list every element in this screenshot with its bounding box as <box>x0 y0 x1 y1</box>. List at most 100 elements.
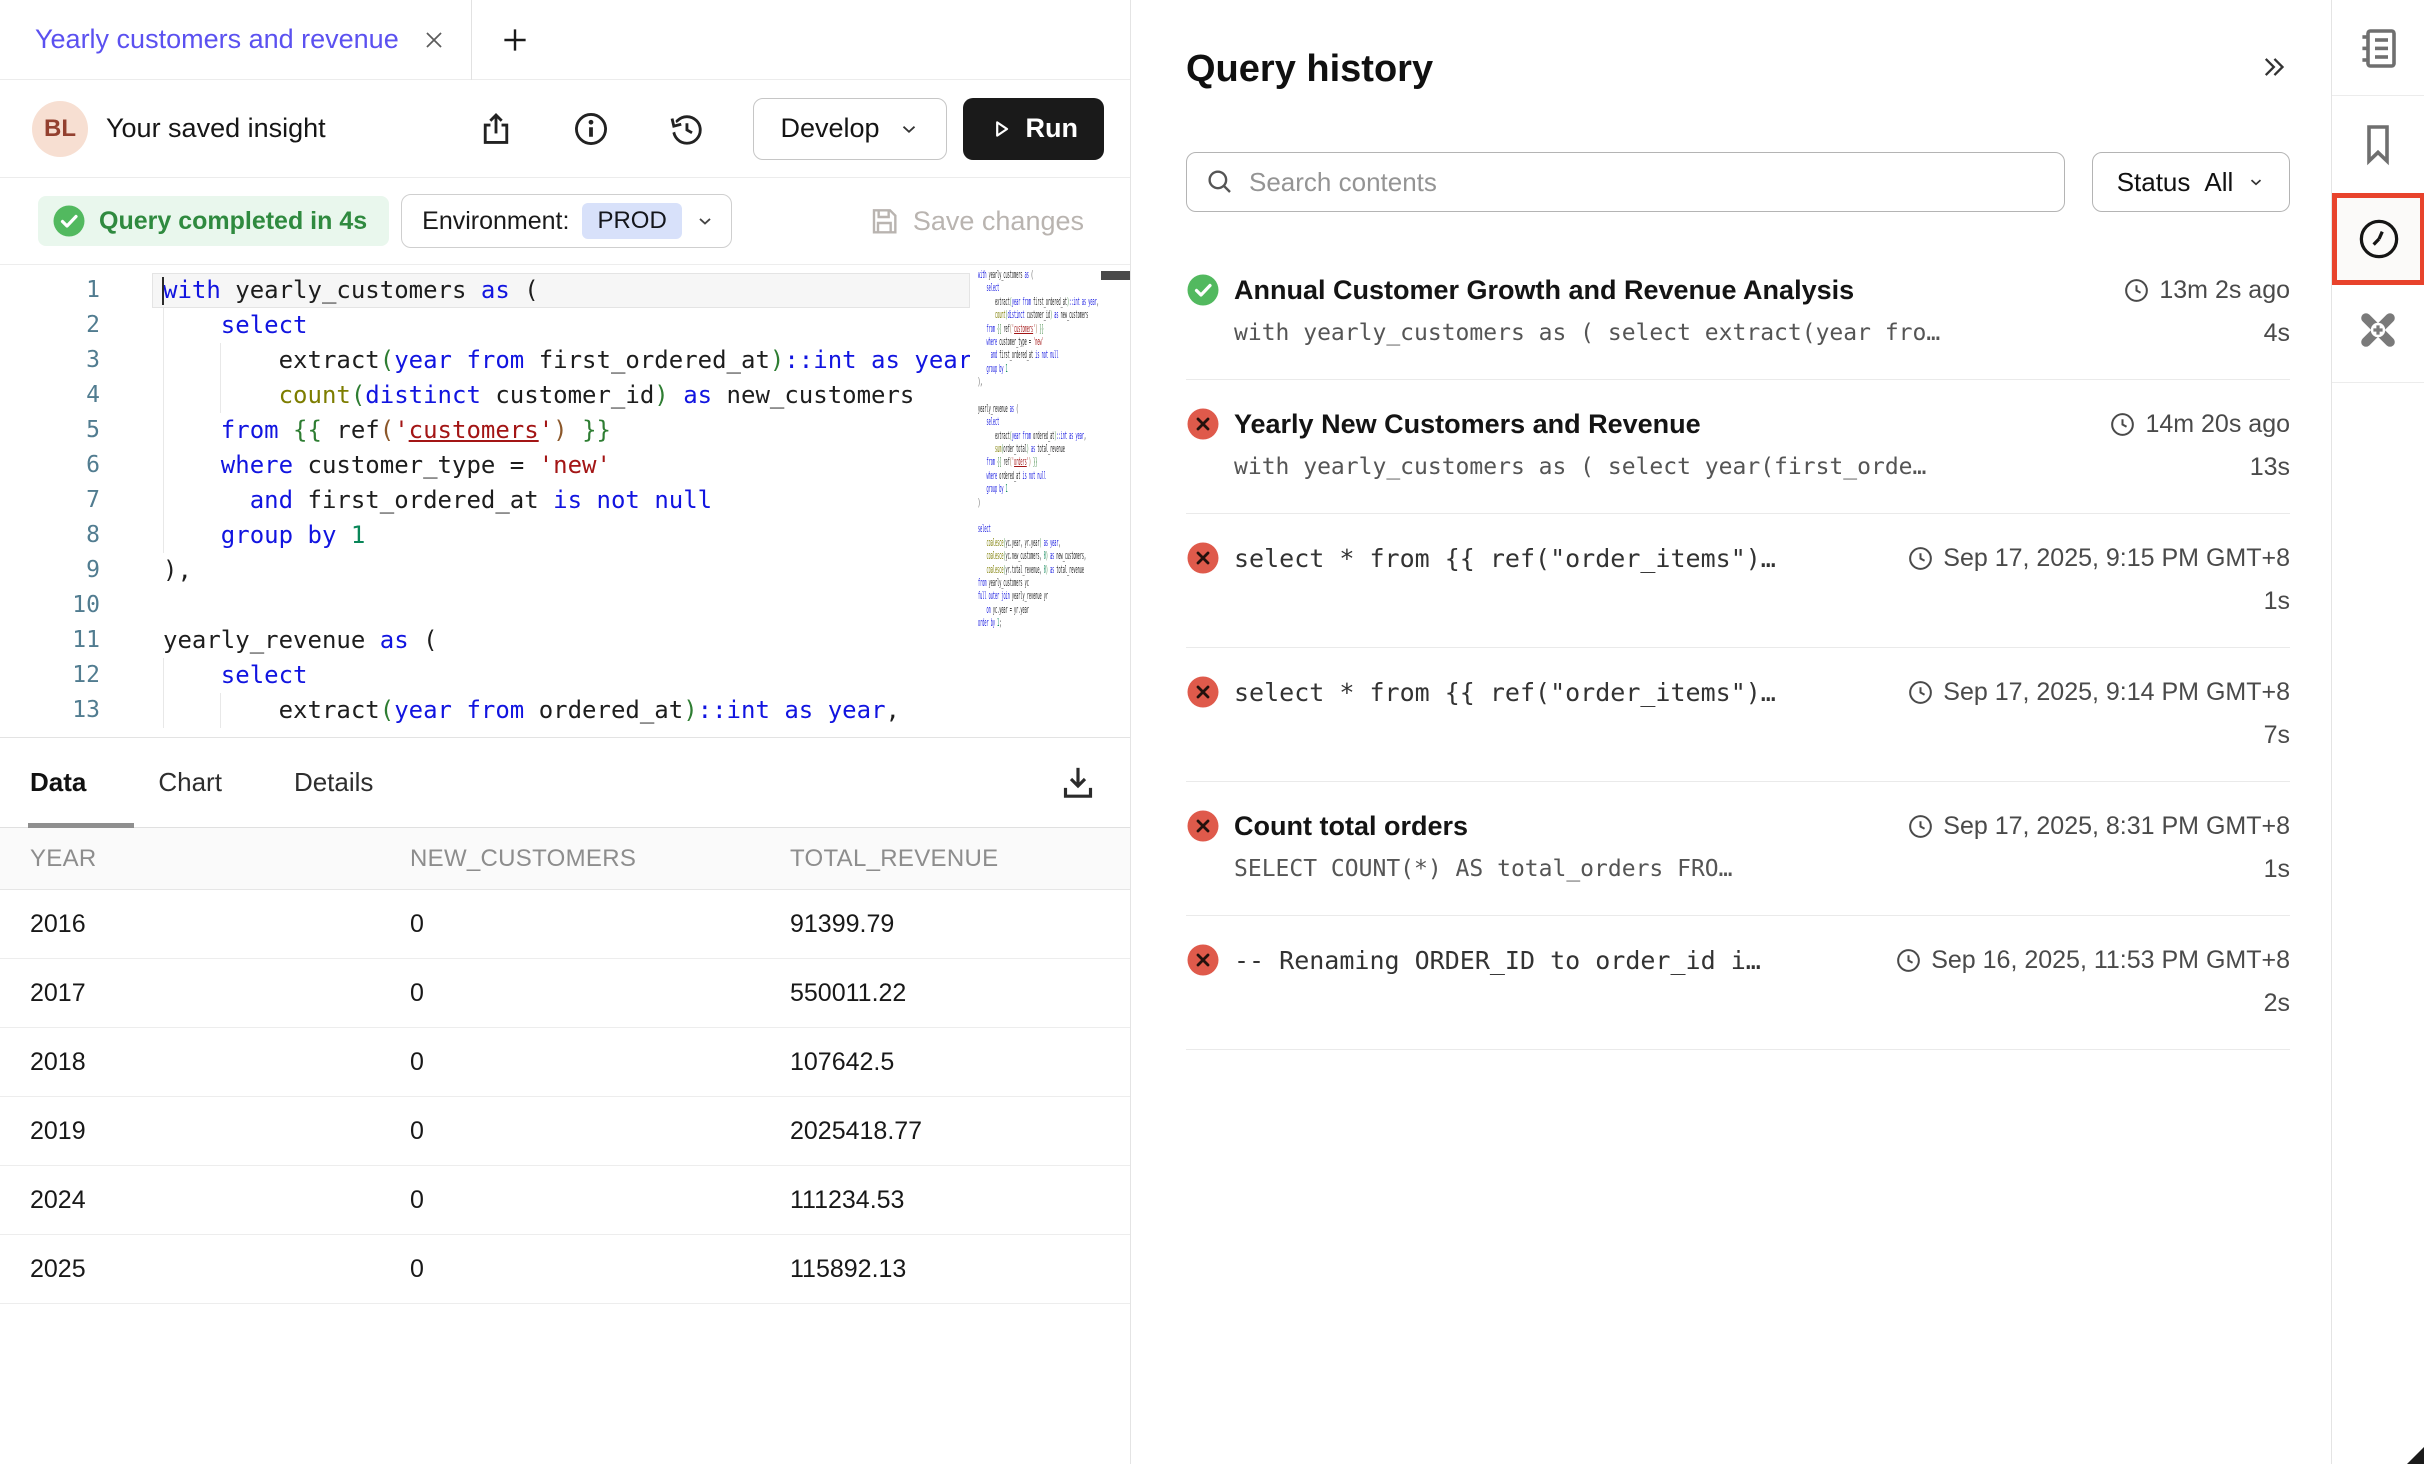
table-row: 201902025418.77 <box>0 1097 1130 1166</box>
history-item-time: 14m 20s ago <box>2109 410 2290 439</box>
develop-label: Develop <box>780 113 879 144</box>
history-item[interactable]: Annual Customer Growth and Revenue Analy… <box>1186 246 2290 380</box>
results-tab-chart[interactable]: Chart <box>158 738 222 827</box>
environment-label: Environment: <box>422 207 569 236</box>
column-header: NEW_CUSTOMERS <box>410 845 790 873</box>
history-item[interactable]: Yearly New Customers and Revenue 14m 20s … <box>1186 380 2290 514</box>
run-button[interactable]: Run <box>963 98 1104 160</box>
history-item-duration: 1s <box>2264 587 2290 616</box>
history-item-time: 13m 2s ago <box>2123 276 2290 305</box>
environment-dropdown[interactable]: Environment: PROD <box>401 194 732 248</box>
table-cell: 2017 <box>30 979 410 1008</box>
column-header: TOTAL_REVENUE <box>790 845 1130 873</box>
editor-scrollbar-thumb[interactable] <box>1101 271 1130 280</box>
line-number: 5 <box>0 413 100 448</box>
code-line[interactable]: extract(year from ordered_at)::int as ye… <box>152 693 970 728</box>
history-item[interactable]: -- Renaming ORDER_ID to order_id i…Sep 1… <box>1186 916 2290 1050</box>
editor-minimap[interactable]: with yearly_customers as ( select extrac… <box>978 268 1100 730</box>
code-line[interactable]: yearly_revenue as ( <box>152 623 970 658</box>
table-cell: 2024 <box>30 1186 410 1215</box>
history-item-title: Yearly New Customers and Revenue <box>1234 409 1701 440</box>
history-item-duration: 13s <box>2250 453 2290 482</box>
right-icon-rail <box>2331 0 2424 1464</box>
table-cell: 550011.22 <box>790 979 1130 1008</box>
column-header: YEAR <box>30 845 410 873</box>
table-cell: 0 <box>410 1186 790 1215</box>
history-item-time: Sep 16, 2025, 11:53 PM GMT+8 <box>1895 946 2290 975</box>
chevron-down-icon <box>2247 173 2265 191</box>
line-number: 11 <box>0 623 100 658</box>
compass-icon[interactable] <box>2332 306 2424 354</box>
status-filter-dropdown[interactable]: Status All <box>2092 152 2290 212</box>
code-line[interactable]: count(distinct customer_id) as new_custo… <box>152 378 970 413</box>
code-line[interactable]: and first_ordered_at is not null <box>152 483 970 518</box>
close-icon[interactable] <box>421 27 447 53</box>
history-item[interactable]: select * from {{ ref("order_items")…Sep … <box>1186 648 2290 782</box>
clock-icon <box>2356 216 2402 262</box>
document-title: Your saved insight <box>106 113 326 144</box>
history-item[interactable]: select * from {{ ref("order_items")…Sep … <box>1186 514 2290 648</box>
table-cell: 2025 <box>30 1255 410 1284</box>
x-circle-icon <box>1186 541 1220 575</box>
query-editor-panel: Yearly customers and revenue BL Your sav… <box>0 0 1131 1464</box>
minimap-content: with yearly_customers as ( select extrac… <box>978 268 1017 630</box>
app-window: Yearly customers and revenue BL Your sav… <box>0 0 2424 1464</box>
save-changes-button[interactable]: Save changes <box>868 205 1084 237</box>
line-number: 3 <box>0 343 100 378</box>
code-line[interactable]: select <box>152 658 970 693</box>
code-line[interactable]: where customer_type = 'new' <box>152 448 970 483</box>
double-chevron-right-icon[interactable] <box>2260 52 2290 82</box>
code-line[interactable] <box>152 588 970 623</box>
history-item-query: SELECT COUNT(*) AS total_orders FRO… <box>1234 856 1733 882</box>
share-icon[interactable] <box>477 110 515 148</box>
code-line[interactable]: extract(year from first_ordered_at)::int… <box>152 343 970 378</box>
history-item-title: Count total orders <box>1234 811 1468 842</box>
code-line[interactable]: ), <box>152 553 970 588</box>
chevron-down-icon <box>898 118 920 140</box>
develop-dropdown[interactable]: Develop <box>753 98 946 160</box>
text-cursor <box>162 277 164 305</box>
rail-divider <box>2332 382 2424 383</box>
sql-editor[interactable]: 12345678910111213 with yearly_customers … <box>0 265 1130 737</box>
history-item-title: Annual Customer Growth and Revenue Analy… <box>1234 275 1854 306</box>
status-bar: Query completed in 4s Environment: PROD … <box>0 178 1130 265</box>
code-line[interactable]: from {{ ref('customers') }} <box>152 413 970 448</box>
tab-title: Yearly customers and revenue <box>35 24 399 55</box>
history-item-time: Sep 17, 2025, 8:31 PM GMT+8 <box>1907 812 2290 841</box>
table-cell: 0 <box>410 1048 790 1077</box>
code-line[interactable]: with yearly_customers as ( <box>152 273 970 308</box>
search-icon <box>1205 167 1235 197</box>
table-cell: 111234.53 <box>790 1186 1130 1215</box>
active-tool-highlight[interactable] <box>2332 193 2424 285</box>
editor-code[interactable]: with yearly_customers as ( select extrac… <box>152 273 970 728</box>
table-row: 20180107642.5 <box>0 1028 1130 1097</box>
history-item-query: with yearly_customers as ( select year(f… <box>1234 454 1926 480</box>
clock-icon <box>1907 545 1934 572</box>
plus-icon[interactable] <box>498 23 532 57</box>
chevron-down-icon <box>695 211 715 231</box>
history-item[interactable]: Count total orders Sep 17, 2025, 8:31 PM … <box>1186 782 2290 916</box>
history-item-duration: 7s <box>2264 721 2290 750</box>
history-item-duration: 2s <box>2264 989 2290 1018</box>
code-line[interactable]: select <box>152 308 970 343</box>
line-number: 10 <box>0 588 100 623</box>
notebook-icon[interactable] <box>2332 24 2424 72</box>
info-icon[interactable] <box>572 110 610 148</box>
results-tab-details[interactable]: Details <box>294 738 373 827</box>
search-input[interactable] <box>1249 167 2046 198</box>
tab-bar: Yearly customers and revenue <box>0 0 1130 80</box>
history-icon[interactable] <box>667 110 705 148</box>
bookmark-icon[interactable] <box>2332 120 2424 168</box>
tab-yearly-customers[interactable]: Yearly customers and revenue <box>0 0 447 79</box>
results-tab-data[interactable]: Data <box>30 738 86 827</box>
table-row: 20170550011.22 <box>0 959 1130 1028</box>
table-cell: 0 <box>410 910 790 939</box>
x-circle-icon <box>1186 809 1220 843</box>
table-row: 20240111234.53 <box>0 1166 1130 1235</box>
search-box[interactable] <box>1186 152 2065 212</box>
history-item-time: Sep 17, 2025, 9:15 PM GMT+8 <box>1907 544 2290 573</box>
table-cell: 2025418.77 <box>790 1117 1130 1146</box>
download-icon[interactable] <box>1058 762 1098 802</box>
run-label: Run <box>1026 113 1078 144</box>
code-line[interactable]: group by 1 <box>152 518 970 553</box>
